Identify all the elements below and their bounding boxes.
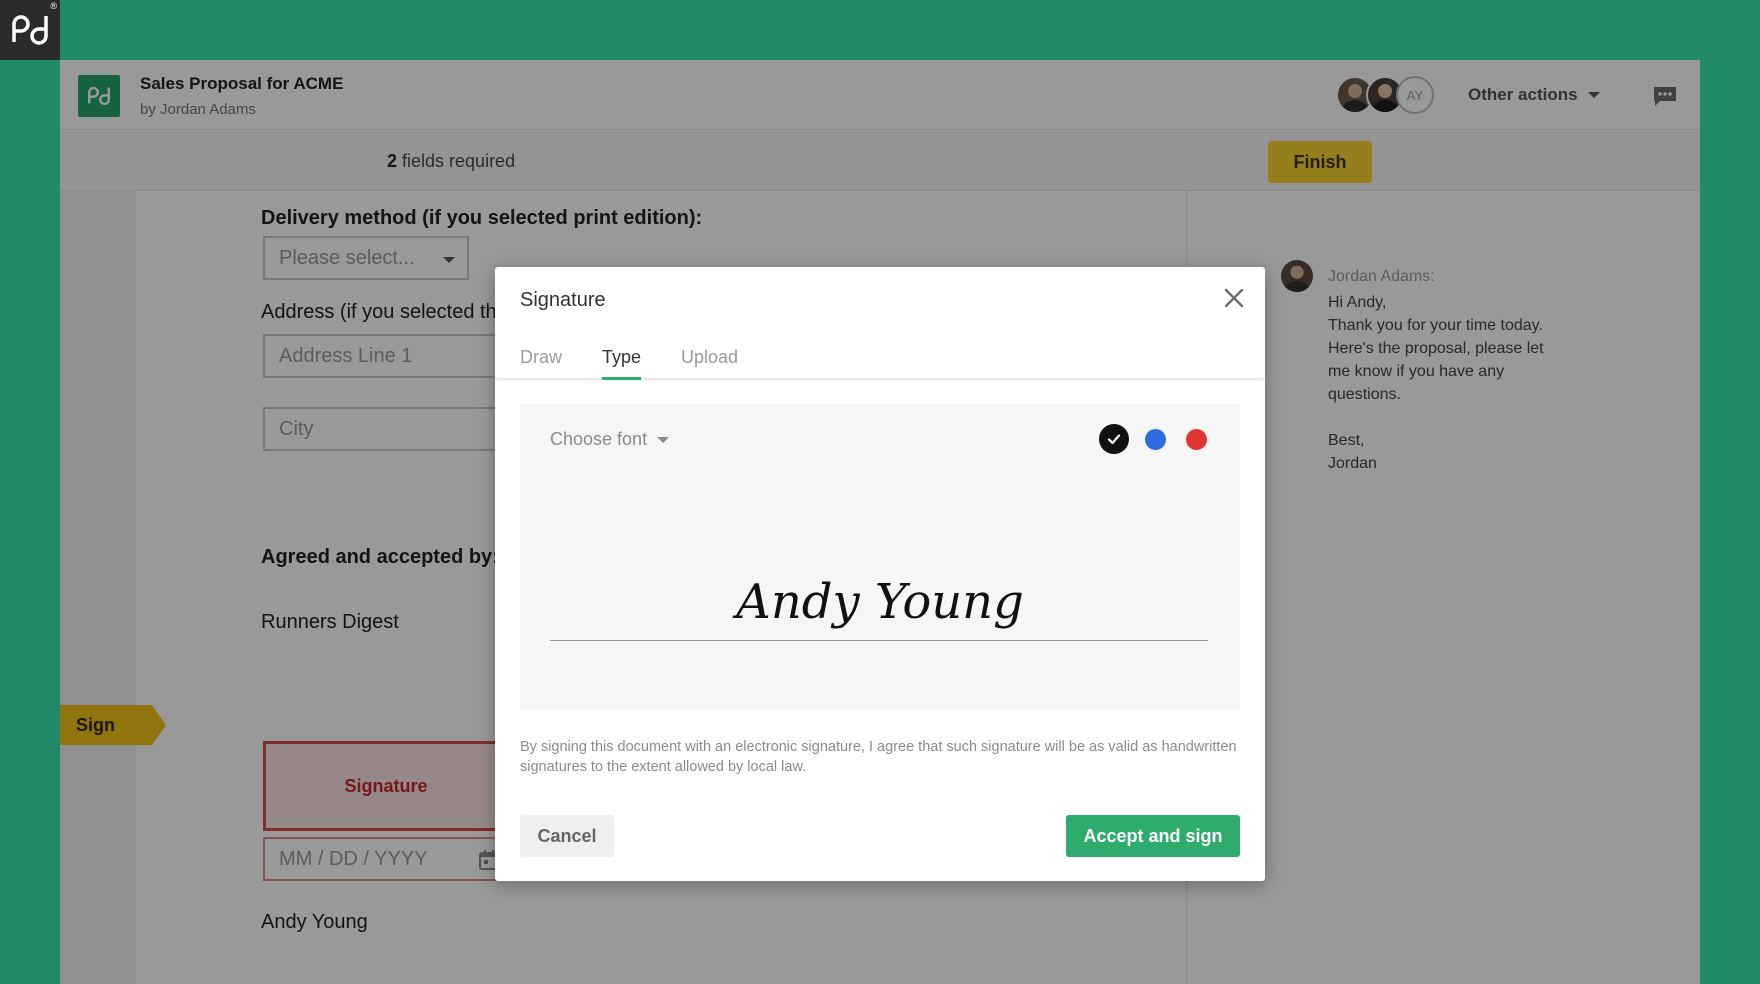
cancel-button[interactable]: Cancel <box>520 815 614 857</box>
signature-tabs: Draw Type Upload <box>495 339 1265 380</box>
legal-disclaimer: By signing this document with an electro… <box>520 739 1237 775</box>
color-blue-swatch[interactable] <box>1145 429 1166 450</box>
signature-modal: Signature Draw Type Upload Choose font A… <box>495 267 1265 881</box>
pandadoc-logo-icon <box>12 15 48 45</box>
tab-upload[interactable]: Upload <box>681 347 738 377</box>
choose-font-label: Choose font <box>550 429 648 449</box>
close-icon[interactable] <box>1221 285 1247 311</box>
registered-mark: ® <box>50 1 57 11</box>
choose-font-dropdown[interactable]: Choose font <box>550 429 670 450</box>
signature-panel: Choose font Andy Young <box>520 404 1240 710</box>
modal-title: Signature <box>520 289 606 311</box>
brand-logo: ® <box>0 0 60 60</box>
color-red-swatch[interactable] <box>1186 429 1207 450</box>
chevron-down-icon <box>657 436 670 443</box>
signature-baseline <box>550 640 1208 641</box>
tab-draw[interactable]: Draw <box>520 347 562 377</box>
checkmark-icon <box>1107 434 1121 445</box>
typed-signature-preview: Andy Young <box>736 574 1024 630</box>
tab-type[interactable]: Type <box>602 347 642 380</box>
accept-and-sign-button[interactable]: Accept and sign <box>1066 815 1240 857</box>
color-black-swatch[interactable] <box>1099 424 1129 454</box>
